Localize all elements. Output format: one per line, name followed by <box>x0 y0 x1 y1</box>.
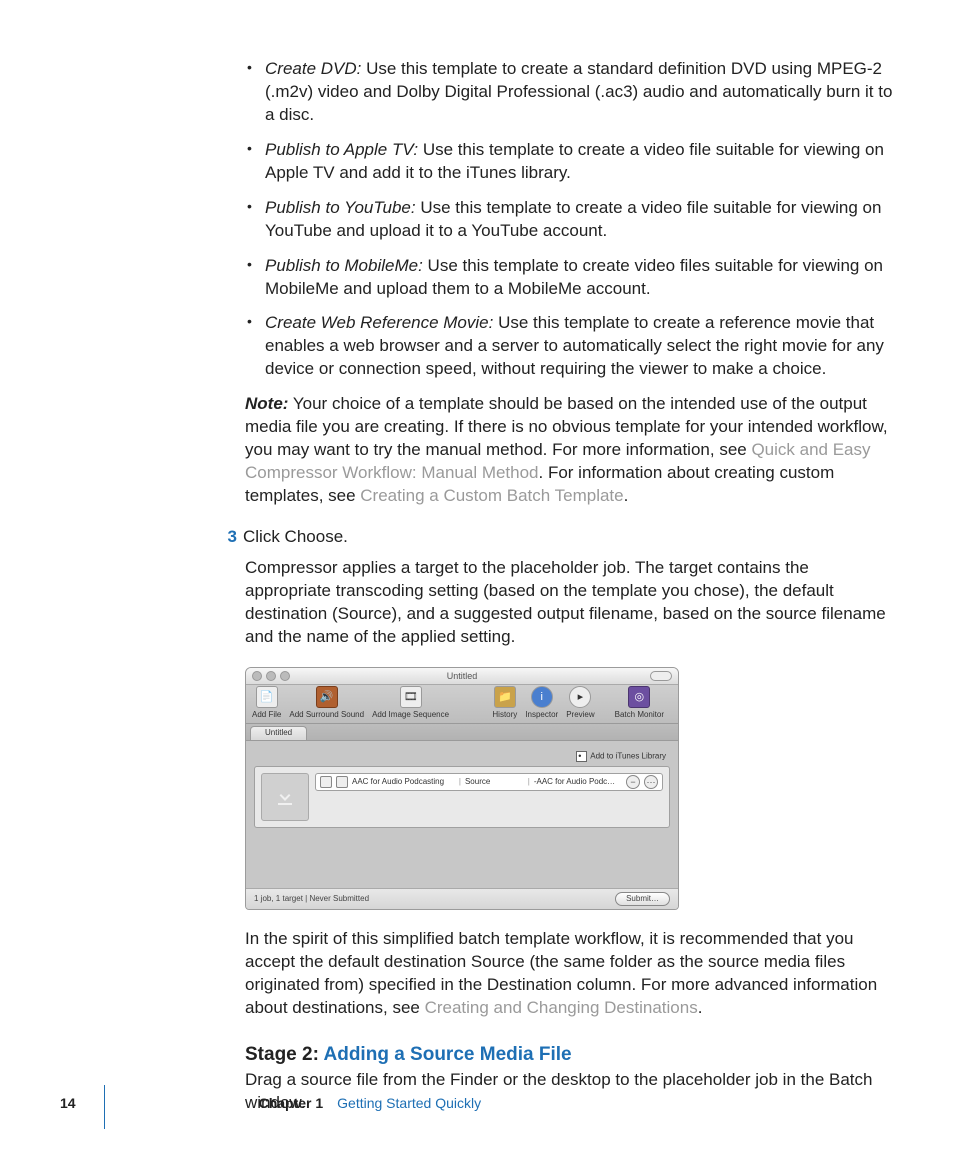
note-paragraph: Note: Your choice of a template should b… <box>245 393 894 508</box>
window-statusbar: 1 job, 1 target | Never Submitted Submit… <box>246 888 678 909</box>
minimize-icon <box>266 671 276 681</box>
file-type-icon <box>336 776 348 788</box>
submit-button: Submit… <box>615 892 670 907</box>
add-file-button: 📄 Add File <box>252 686 281 721</box>
target-options-icon: ⋯ <box>644 775 658 789</box>
stage-label: Stage 2: <box>245 1044 324 1065</box>
list-item: Publish to Apple TV: Use this template t… <box>245 139 894 185</box>
after-window-paragraph: In the spirit of this simplified batch t… <box>245 928 894 1020</box>
list-item: Publish to MobileMe: Use this template t… <box>245 255 894 301</box>
template-bullet-list: Create DVD: Use this template to create … <box>245 58 894 381</box>
bullet-term: Publish to Apple TV: <box>265 140 418 159</box>
note-text-3: . <box>624 486 629 505</box>
toolbar-label: Preview <box>566 710 594 721</box>
toolbar-label: Add Surround Sound <box>289 710 364 721</box>
monitor-icon: ◎ <box>628 686 650 708</box>
history-icon: 📁 <box>494 686 516 708</box>
footer-divider <box>104 1085 105 1129</box>
surround-icon: 🔊 <box>316 686 338 708</box>
toolbar-label: Inspector <box>525 710 558 721</box>
checkbox-icon <box>576 751 587 762</box>
batch-window: Untitled 📄 Add File 🔊 Add Surround Sound 🎞… <box>245 667 679 910</box>
file-icon: 📄 <box>256 686 278 708</box>
bullet-term: Create DVD: <box>265 59 361 78</box>
step-text: Click Choose. <box>243 527 348 546</box>
bullet-term: Publish to MobileMe: <box>265 256 423 275</box>
window-toolbar: 📄 Add File 🔊 Add Surround Sound 🎞 Add Image… <box>246 685 678 724</box>
tab-untitled: Untitled <box>250 726 307 740</box>
add-surround-button: 🔊 Add Surround Sound <box>289 686 364 721</box>
afterwin-text-2: . <box>698 998 703 1017</box>
setting-name: AAC for Audio Podcasting <box>352 777 455 788</box>
image-seq-icon: 🎞 <box>400 686 422 708</box>
bullet-term: Publish to YouTube: <box>265 198 416 217</box>
link-custom-template[interactable]: Creating a Custom Batch Template <box>360 486 623 505</box>
destination-name: Source <box>465 777 524 788</box>
list-item: Publish to YouTube: Use this template to… <box>245 197 894 243</box>
setting-icon <box>320 776 332 788</box>
list-item: Create DVD: Use this template to create … <box>245 58 894 127</box>
page-number: 14 <box>60 1095 76 1111</box>
toolbar-label: History <box>492 710 517 721</box>
traffic-lights <box>252 671 290 681</box>
step-number: 3 <box>215 526 237 549</box>
stage-2-heading: Stage 2: Adding a Source Media File <box>245 1042 894 1068</box>
zoom-icon <box>280 671 290 681</box>
job-action-header: Add to iTunes Library <box>254 749 670 766</box>
window-tabbar: Untitled <box>246 724 678 741</box>
toolbar-label: Add File <box>252 710 281 721</box>
page-footer: 14 Chapter 1 Getting Started Quickly <box>0 1081 954 1125</box>
job-action-label: Add to iTunes Library <box>590 751 666 760</box>
target-row: AAC for Audio Podcasting | Source | -AAC… <box>315 773 663 791</box>
toolbar-label: Add Image Sequence <box>372 710 449 721</box>
add-image-seq-button: 🎞 Add Image Sequence <box>372 686 449 721</box>
job-row: AAC for Audio Podcasting | Source | -AAC… <box>254 766 670 828</box>
status-text: 1 job, 1 target | Never Submitted <box>254 894 369 905</box>
chapter-title: Getting Started Quickly <box>337 1095 481 1111</box>
play-icon: ▸ <box>569 686 591 708</box>
list-item: Create Web Reference Movie: Use this tem… <box>245 312 894 381</box>
note-label: Note: <box>245 394 288 413</box>
step-3: 3 Click Choose. <box>215 526 894 549</box>
window-title: Untitled <box>447 671 478 681</box>
placeholder-thumbnail <box>261 773 309 821</box>
info-icon: i <box>531 686 553 708</box>
history-button: 📁 History <box>492 686 517 721</box>
link-destinations[interactable]: Creating and Changing Destinations <box>425 998 698 1017</box>
inspector-button: i Inspector <box>525 686 558 721</box>
stage-title: Adding a Source Media File <box>324 1044 572 1065</box>
remove-target-icon: − <box>626 775 640 789</box>
close-icon <box>252 671 262 681</box>
toolbar-label: Batch Monitor <box>615 710 664 721</box>
window-titlebar: Untitled <box>246 668 678 685</box>
preview-button: ▸ Preview <box>566 686 594 721</box>
window-body: Add to iTunes Library AAC for Audio Podc… <box>246 741 678 888</box>
bullet-term: Create Web Reference Movie: <box>265 313 493 332</box>
download-arrow-icon <box>273 785 297 809</box>
chapter-label: Chapter 1 <box>259 1095 324 1111</box>
batch-monitor-button: ◎ Batch Monitor <box>615 686 664 721</box>
output-filename: -AAC for Audio Podc… <box>534 777 622 788</box>
step-description: Compressor applies a target to the place… <box>245 557 894 649</box>
toolbar-toggle-icon <box>650 671 672 681</box>
